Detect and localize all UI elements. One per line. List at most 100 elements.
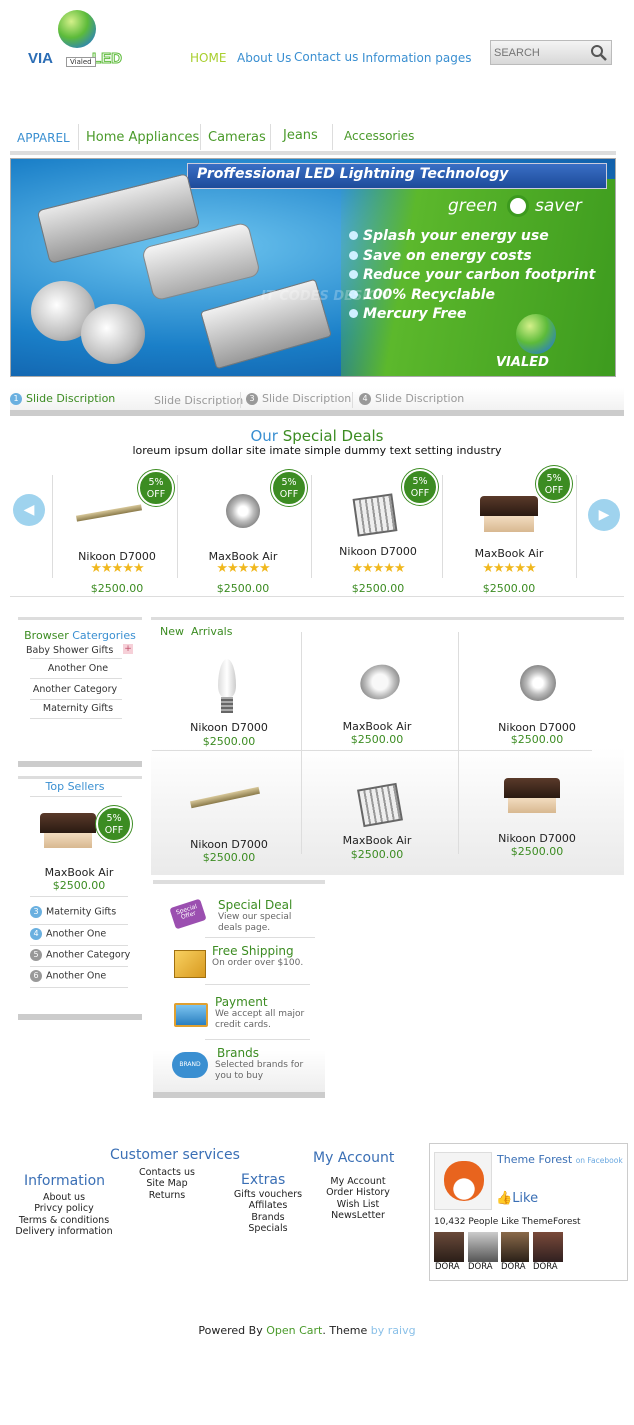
search-input[interactable] [494,45,586,61]
arrival-price: $2500.00 [510,845,564,858]
arrival-name[interactable]: Nikoon D7000 [154,838,304,851]
arrival-name[interactable]: Nikoon D7000 [154,721,304,734]
feature-brands[interactable]: BRAND Brands Selected brands for you to … [160,1044,318,1088]
fan-avatar[interactable] [434,1232,464,1262]
fan-avatar[interactable] [501,1232,529,1262]
nav-contact[interactable]: Contact us [294,50,358,64]
arrival-price: $2500.00 [202,735,256,748]
arrival-item[interactable]: Nikoon D7000 $2500.00 [462,635,612,753]
browse-title: Browser Catergories [24,629,136,642]
footer-link[interactable]: Affilates [228,1200,308,1211]
footer-link[interactable]: NewsLetter [318,1210,398,1221]
feature-desc: Selected brands for you to buy [215,1060,304,1082]
list-number: 4 [30,928,42,940]
list-number: 3 [30,906,42,918]
nav-about[interactable]: About Us [237,51,291,65]
arrival-name[interactable]: MaxBook Air [302,834,452,847]
deal-item[interactable]: 5% OFF MaxBook Air ★★★★★ $2500.00 [444,466,574,595]
carousel-next-button[interactable]: ▶ [588,499,620,531]
footer-link[interactable]: Privcy policy [14,1203,114,1214]
slide-tab-3[interactable]: 3 Slide Discription [246,392,356,412]
footer-link[interactable]: Order History [318,1187,398,1198]
footer-link[interactable]: About us [14,1192,114,1203]
footer-link[interactable]: Specials [228,1223,308,1234]
opencart-link[interactable]: Open Cart [266,1324,322,1337]
footer-link[interactable]: Brands [228,1212,308,1223]
fan-name: DORA [533,1262,558,1272]
top-seller-link[interactable]: 4 Another One [30,928,106,940]
fan-avatar[interactable] [533,1232,563,1262]
footer-customer-links: Contacts us Site Map Returns [128,1167,206,1201]
arrival-item[interactable]: Nikoon D7000 $2500.00 [154,752,304,870]
browse-item[interactable]: Another One [28,663,128,674]
slide-divider [352,392,353,408]
arrival-item[interactable]: Nikoon D7000 $2500.00 [154,635,304,753]
browse-divider [30,718,122,719]
slide-number: 4 [359,393,371,405]
top-seller-name[interactable]: MaxBook Air [18,866,140,879]
logo-globe-icon [58,10,96,48]
banner-bullet: Reduce your carbon footprint [349,267,595,287]
feature-title: Special Deal [218,898,293,912]
feature-special-deal[interactable]: Special Offer Special Deal View our spec… [160,893,318,937]
footer-link[interactable]: Terms & conditions [14,1215,114,1226]
top-seller-product[interactable]: 5% OFF MaxBook Air $2500.00 [18,800,142,895]
category-apparel[interactable]: APPAREL [17,131,70,145]
top-sellers-divider [30,987,128,988]
feature-free-shipping[interactable]: Free Shipping On order over $100. [160,942,318,982]
product-image-spot-lamp [520,665,556,701]
carousel-prev-button[interactable]: ◀ [13,494,45,526]
footer-link[interactable]: Returns [128,1190,206,1201]
logo[interactable]: VIA LED Vialed [26,10,130,70]
expand-icon[interactable]: + [123,644,133,654]
category-accessories[interactable]: Accessories [344,129,414,143]
arrival-item[interactable]: MaxBook Air $2500.00 [302,635,452,753]
arrival-price: $2500.00 [202,851,256,864]
footer-link[interactable]: Delivery information [14,1226,114,1237]
deal-item[interactable]: 5% OFF Nikoon D7000 ★★★★★ $2500.00 [52,470,182,595]
search-icon[interactable] [590,44,608,62]
fan-avatar[interactable] [468,1232,498,1262]
deal-item[interactable]: 5% OFF Nikoon D7000 ★★★★★ $2500.00 [313,469,443,595]
fox-avatar[interactable] [434,1152,492,1210]
slide-divider [240,392,241,408]
category-home-appliances[interactable]: Home Appliances [86,130,199,146]
hero-banner[interactable]: Proffessional LED Lightning Technology g… [10,158,616,377]
category-jeans[interactable]: Jeans [283,128,318,144]
nav-home[interactable]: HOME [190,51,226,65]
top-seller-link[interactable]: 3 Maternity Gifts [30,906,116,918]
footer-link[interactable]: Site Map [128,1178,206,1189]
footer-link[interactable]: Contacts us [128,1167,206,1178]
deal-divider [311,475,312,578]
browse-item[interactable]: Baby Shower Gifts [26,645,126,656]
slide-tab-1[interactable]: 1 Slide Discription [10,392,135,412]
arrival-item[interactable]: Nikoon D7000 $2500.00 [462,752,612,870]
browse-item[interactable]: Another Category [25,684,125,695]
nav-information[interactable]: Information pages [362,51,472,65]
category-cameras[interactable]: Cameras [208,130,266,146]
slide-label: Slide Discription [26,392,116,405]
product-image-ceiling-lamp-base [508,798,556,813]
feature-payment[interactable]: Payment We accept all major credit cards… [160,993,318,1037]
slide-tab-4[interactable]: 4 Slide Discription [359,392,479,412]
top-seller-link[interactable]: 6 Another One [30,970,106,982]
arrival-name[interactable]: Nikoon D7000 [462,832,612,845]
slide-tab-2[interactable]: Slide Discription [154,394,243,407]
discount-badge: 5% OFF [271,470,307,506]
facebook-like-button[interactable]: 👍Like [496,1191,538,1207]
footer-link[interactable]: Gifts vouchers [228,1189,308,1200]
arrival-item[interactable]: MaxBook Air $2500.00 [302,752,452,870]
theme-author-link[interactable]: by raivg [371,1324,416,1337]
top-seller-link[interactable]: 5 Another Category [30,949,130,961]
deal-name[interactable]: MaxBook Air [444,547,574,560]
arrival-name[interactable]: MaxBook Air [302,720,452,733]
facebook-page-title[interactable]: Theme Forest on Facebook [497,1153,623,1166]
deal-name[interactable]: Nikoon D7000 [313,545,443,558]
browse-item[interactable]: Maternity Gifts [28,703,128,714]
footer-link[interactable]: Wish List [318,1199,398,1210]
search-box[interactable] [490,40,612,65]
logo-text-left: VIA [28,50,54,67]
logo-text-right: LED [92,50,123,68]
deal-item[interactable]: 5% OFF MaxBook Air ★★★★★ $2500.00 [178,470,308,595]
footer-link[interactable]: My Account [318,1176,398,1187]
